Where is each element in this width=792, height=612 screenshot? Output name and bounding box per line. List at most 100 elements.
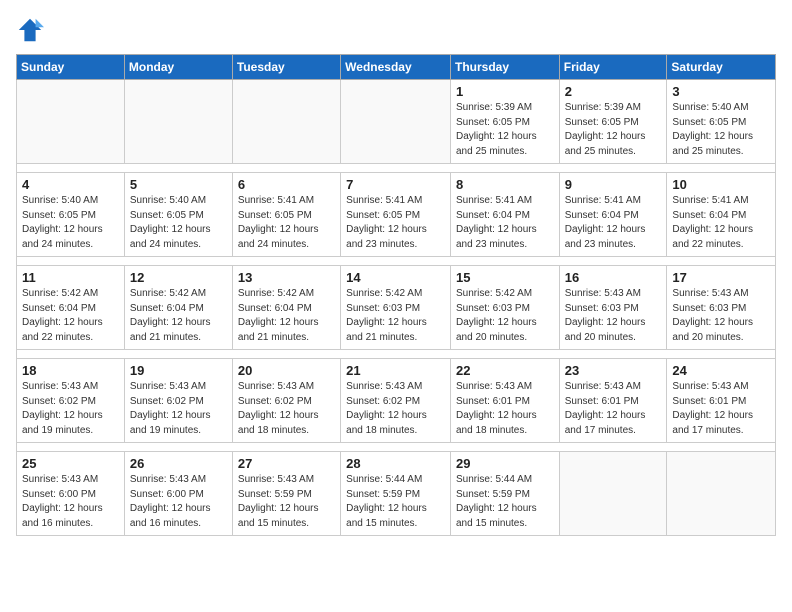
day-number: 24 <box>672 363 770 378</box>
weekday-header: Sunday <box>17 55 125 80</box>
calendar-day-cell: 12 Sunrise: 5:42 AM Sunset: 6:04 PM Dayli… <box>124 266 232 350</box>
week-spacer <box>17 350 776 359</box>
calendar-day-cell <box>341 80 451 164</box>
calendar-day-cell <box>667 452 776 536</box>
day-number: 26 <box>130 456 227 471</box>
week-spacer <box>17 164 776 173</box>
week-spacer <box>17 443 776 452</box>
day-number: 1 <box>456 84 554 99</box>
day-number: 21 <box>346 363 445 378</box>
calendar-day-cell <box>17 80 125 164</box>
calendar-day-cell: 29Sunrise: 5:44 AM Sunset: 5:59 PM Dayli… <box>450 452 559 536</box>
day-number: 27 <box>238 456 335 471</box>
day-detail: Sunrise: 5:43 AM Sunset: 6:00 PM Dayligh… <box>22 473 119 531</box>
day-number: 16 <box>565 270 662 285</box>
calendar-day-cell: 19Sunrise: 5:43 AM Sunset: 6:02 PM Dayli… <box>124 359 232 443</box>
weekday-header: Thursday <box>450 55 559 80</box>
calendar-week-row: 4Sunrise: 5:40 AM Sunset: 6:05 PM Daylig… <box>17 173 776 257</box>
weekday-header: Tuesday <box>232 55 340 80</box>
day-number: 13 <box>238 270 335 285</box>
calendar-day-cell: 11 Sunrise: 5:42 AM Sunset: 6:04 PM Dayli… <box>17 266 125 350</box>
calendar-day-cell: 5Sunrise: 5:40 AM Sunset: 6:05 PM Daylig… <box>124 173 232 257</box>
calendar-day-cell: 10 Sunrise: 5:41 AM Sunset: 6:04 PM Dayli… <box>667 173 776 257</box>
calendar-day-cell: 17 Sunrise: 5:43 AM Sunset: 6:03 PM Dayli… <box>667 266 776 350</box>
day-detail: Sunrise: 5:43 AM Sunset: 6:02 PM Dayligh… <box>238 380 335 438</box>
calendar-day-cell: 14 Sunrise: 5:42 AM Sunset: 6:03 PM Dayli… <box>341 266 451 350</box>
calendar-day-cell: 9 Sunrise: 5:41 AM Sunset: 6:04 PM Daylig… <box>559 173 667 257</box>
day-number: 15 <box>456 270 554 285</box>
calendar-day-cell: 26 Sunrise: 5:43 AM Sunset: 6:00 PM Dayli… <box>124 452 232 536</box>
day-detail: Sunrise: 5:42 AM Sunset: 6:03 PM Dayligh… <box>346 287 445 345</box>
day-detail: Sunrise: 5:41 AM Sunset: 6:05 PM Dayligh… <box>238 194 335 252</box>
calendar-header-row: SundayMondayTuesdayWednesdayThursdayFrid… <box>17 55 776 80</box>
calendar-week-row: 11 Sunrise: 5:42 AM Sunset: 6:04 PM Dayli… <box>17 266 776 350</box>
day-detail: Sunrise: 5:42 AM Sunset: 6:04 PM Dayligh… <box>130 287 227 345</box>
day-number: 10 <box>672 177 770 192</box>
calendar-day-cell: 2 Sunrise: 5:39 AM Sunset: 6:05 PM Daylig… <box>559 80 667 164</box>
calendar-day-cell: 24 Sunrise: 5:43 AM Sunset: 6:01 PM Dayli… <box>667 359 776 443</box>
calendar-day-cell: 21 Sunrise: 5:43 AM Sunset: 6:02 PM Dayli… <box>341 359 451 443</box>
calendar-week-row: 25Sunrise: 5:43 AM Sunset: 6:00 PM Dayli… <box>17 452 776 536</box>
page-header <box>16 16 776 44</box>
day-number: 18 <box>22 363 119 378</box>
day-detail: Sunrise: 5:39 AM Sunset: 6:05 PM Dayligh… <box>456 101 554 159</box>
week-spacer <box>17 257 776 266</box>
day-number: 22 <box>456 363 554 378</box>
day-number: 5 <box>130 177 227 192</box>
calendar-day-cell <box>232 80 340 164</box>
day-detail: Sunrise: 5:39 AM Sunset: 6:05 PM Dayligh… <box>565 101 662 159</box>
day-detail: Sunrise: 5:43 AM Sunset: 6:03 PM Dayligh… <box>672 287 770 345</box>
day-detail: Sunrise: 5:43 AM Sunset: 6:01 PM Dayligh… <box>456 380 554 438</box>
calendar-day-cell: 16Sunrise: 5:43 AM Sunset: 6:03 PM Dayli… <box>559 266 667 350</box>
day-number: 29 <box>456 456 554 471</box>
calendar-day-cell: 6 Sunrise: 5:41 AM Sunset: 6:05 PM Daylig… <box>232 173 340 257</box>
calendar-day-cell: 25Sunrise: 5:43 AM Sunset: 6:00 PM Dayli… <box>17 452 125 536</box>
calendar-day-cell: 1 Sunrise: 5:39 AM Sunset: 6:05 PM Daylig… <box>450 80 559 164</box>
calendar-day-cell: 23 Sunrise: 5:43 AM Sunset: 6:01 PM Dayli… <box>559 359 667 443</box>
day-detail: Sunrise: 5:42 AM Sunset: 6:03 PM Dayligh… <box>456 287 554 345</box>
calendar-day-cell: 8 Sunrise: 5:41 AM Sunset: 6:04 PM Daylig… <box>450 173 559 257</box>
calendar-day-cell: 27 Sunrise: 5:43 AM Sunset: 5:59 PM Dayli… <box>232 452 340 536</box>
day-number: 12 <box>130 270 227 285</box>
day-number: 11 <box>22 270 119 285</box>
weekday-header: Saturday <box>667 55 776 80</box>
calendar-table: SundayMondayTuesdayWednesdayThursdayFrid… <box>16 54 776 536</box>
day-detail: Sunrise: 5:43 AM Sunset: 6:01 PM Dayligh… <box>565 380 662 438</box>
day-number: 17 <box>672 270 770 285</box>
day-number: 19 <box>130 363 227 378</box>
day-number: 7 <box>346 177 445 192</box>
day-number: 28 <box>346 456 445 471</box>
logo-icon <box>16 16 44 44</box>
day-detail: Sunrise: 5:42 AM Sunset: 6:04 PM Dayligh… <box>22 287 119 345</box>
calendar-week-row: 1 Sunrise: 5:39 AM Sunset: 6:05 PM Daylig… <box>17 80 776 164</box>
calendar-day-cell: 20Sunrise: 5:43 AM Sunset: 6:02 PM Dayli… <box>232 359 340 443</box>
day-detail: Sunrise: 5:43 AM Sunset: 6:01 PM Dayligh… <box>672 380 770 438</box>
day-detail: Sunrise: 5:42 AM Sunset: 6:04 PM Dayligh… <box>238 287 335 345</box>
day-detail: Sunrise: 5:44 AM Sunset: 5:59 PM Dayligh… <box>346 473 445 531</box>
day-detail: Sunrise: 5:43 AM Sunset: 6:00 PM Dayligh… <box>130 473 227 531</box>
day-number: 23 <box>565 363 662 378</box>
day-number: 2 <box>565 84 662 99</box>
logo <box>16 16 48 44</box>
calendar-day-cell: 13 Sunrise: 5:42 AM Sunset: 6:04 PM Dayli… <box>232 266 340 350</box>
calendar-day-cell: 22 Sunrise: 5:43 AM Sunset: 6:01 PM Dayli… <box>450 359 559 443</box>
day-number: 9 <box>565 177 662 192</box>
weekday-header: Wednesday <box>341 55 451 80</box>
day-detail: Sunrise: 5:43 AM Sunset: 6:02 PM Dayligh… <box>22 380 119 438</box>
day-detail: Sunrise: 5:41 AM Sunset: 6:04 PM Dayligh… <box>565 194 662 252</box>
day-detail: Sunrise: 5:41 AM Sunset: 6:05 PM Dayligh… <box>346 194 445 252</box>
day-number: 8 <box>456 177 554 192</box>
calendar-day-cell: 15 Sunrise: 5:42 AM Sunset: 6:03 PM Dayli… <box>450 266 559 350</box>
day-number: 4 <box>22 177 119 192</box>
day-detail: Sunrise: 5:43 AM Sunset: 6:02 PM Dayligh… <box>346 380 445 438</box>
day-number: 6 <box>238 177 335 192</box>
day-detail: Sunrise: 5:41 AM Sunset: 6:04 PM Dayligh… <box>672 194 770 252</box>
weekday-header: Monday <box>124 55 232 80</box>
day-number: 3 <box>672 84 770 99</box>
day-number: 14 <box>346 270 445 285</box>
calendar-day-cell <box>124 80 232 164</box>
calendar-day-cell <box>559 452 667 536</box>
day-detail: Sunrise: 5:40 AM Sunset: 6:05 PM Dayligh… <box>672 101 770 159</box>
day-detail: Sunrise: 5:41 AM Sunset: 6:04 PM Dayligh… <box>456 194 554 252</box>
day-detail: Sunrise: 5:43 AM Sunset: 5:59 PM Dayligh… <box>238 473 335 531</box>
